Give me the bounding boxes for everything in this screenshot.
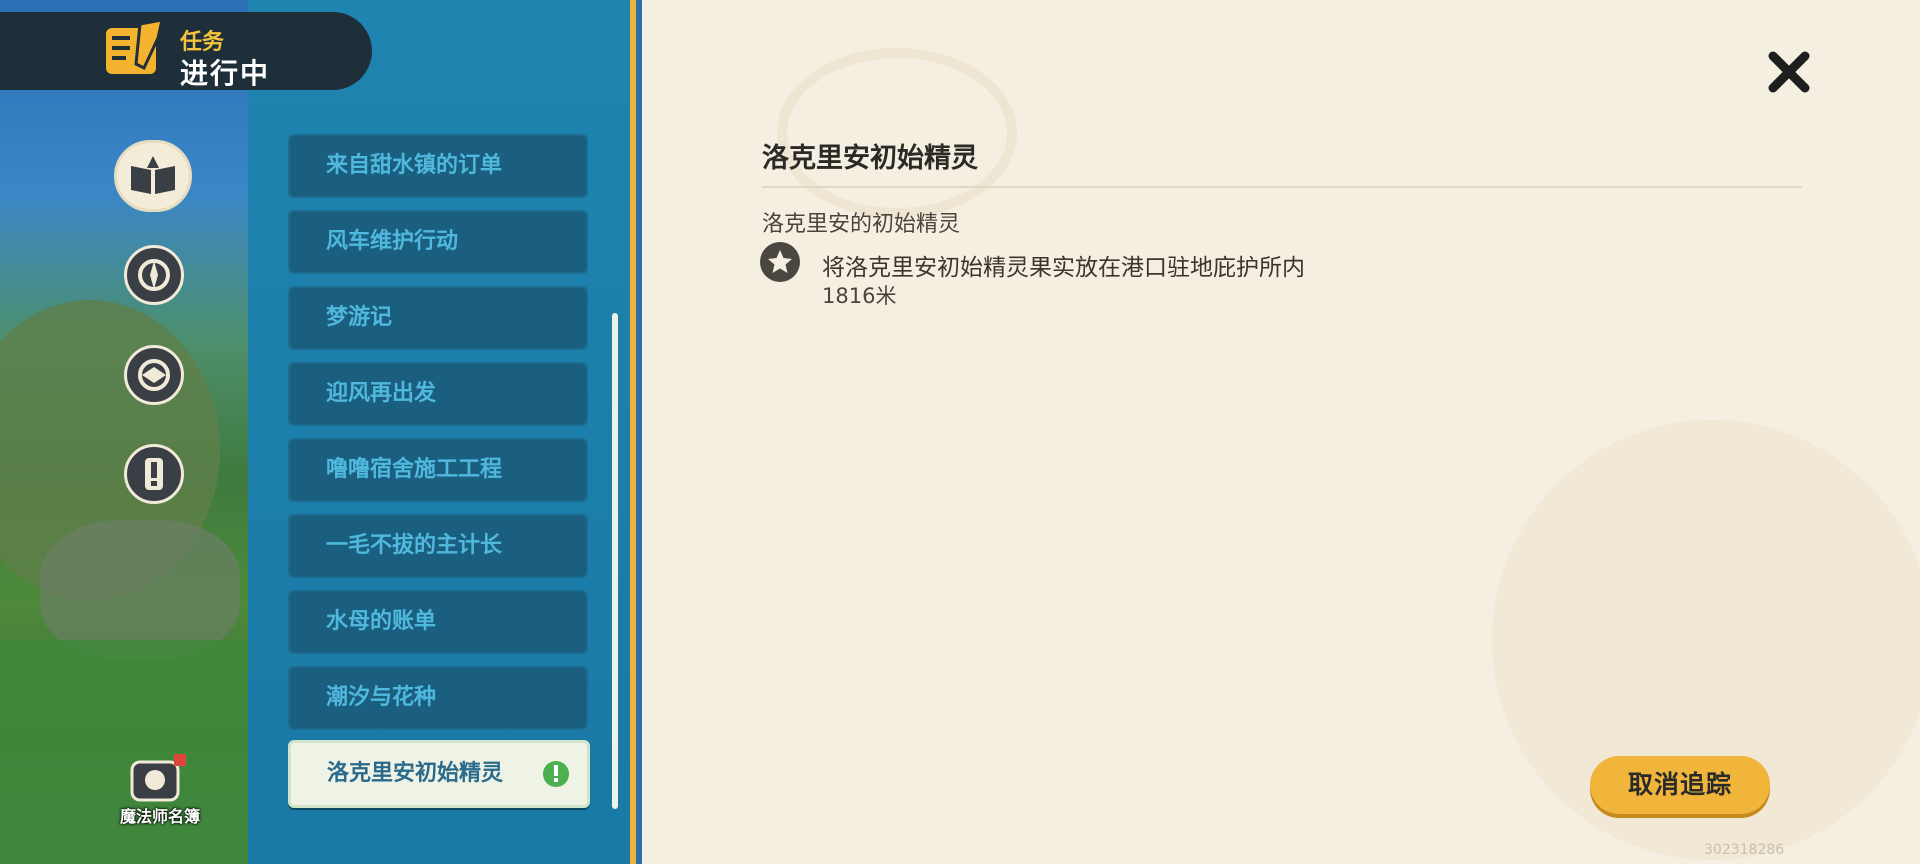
exclamation-icon (543, 761, 569, 787)
quest-title: 洛克里安初始精灵 (762, 143, 978, 174)
open-book-icon (131, 156, 175, 194)
close-icon[interactable] (1767, 50, 1811, 94)
quest-item[interactable]: 噜噜宿舍施工工程 (288, 438, 588, 502)
divider (762, 186, 1802, 188)
quest-list-scrollbar[interactable] (612, 313, 618, 809)
mage-book-label: 魔法师名簿 (119, 807, 200, 826)
quest-item[interactable]: 风车维护行动 (288, 210, 588, 274)
quest-item-label: 噜噜宿舍施工工程 (326, 457, 503, 482)
quest-item[interactable]: 一毛不拔的主计长 (288, 514, 588, 578)
objective-text: 将洛克里安初始精灵果实放在港口驻地庇护所内 (822, 255, 1305, 281)
panel-edge (630, 0, 636, 864)
quest-item[interactable]: 潮汐与花种 (288, 666, 588, 730)
compass-badge-icon (138, 259, 170, 291)
quest-item[interactable]: 水母的账单 (288, 590, 588, 654)
objective-distance: 1816米 (822, 284, 897, 308)
category-side-b-tab[interactable] (124, 345, 184, 405)
quest-item-label: 梦游记 (326, 305, 393, 330)
quest-header-banner: 任务 进行中 (0, 12, 372, 90)
category-story-tab[interactable] (114, 140, 192, 212)
quest-item-label: 水母的账单 (326, 609, 437, 634)
objective-star-icon (760, 242, 800, 282)
quest-detail-panel: 洛克里安初始精灵 洛克里安的初始精灵 将洛克里安初始精灵果实放在港口驻地庇护所内… (642, 0, 1920, 864)
quest-item[interactable]: 迎风再出发 (288, 362, 588, 426)
quest-subtitle: 洛克里安的初始精灵 (762, 212, 961, 237)
shield-badge-icon (138, 359, 170, 391)
user-id: 302318286 (1704, 842, 1785, 858)
quest-scroll-icon (106, 18, 164, 74)
quest-item[interactable]: 梦游记 (288, 286, 588, 350)
decorative-stamp (777, 48, 1017, 218)
quest-item[interactable]: 来自甜水镇的订单 (288, 134, 588, 198)
quest-item-label: 潮汐与花种 (326, 685, 437, 710)
quest-item-label: 来自甜水镇的订单 (326, 153, 503, 178)
game-background (0, 0, 250, 864)
quest-list-panel: 来自甜水镇的订单 风车维护行动 梦游记 迎风再出发 噜噜宿舍施工工程 一毛不拔的… (248, 0, 636, 864)
category-alert-tab[interactable] (124, 444, 184, 504)
quest-item-label: 一毛不拔的主计长 (326, 533, 503, 558)
cancel-tracking-button[interactable]: 取消追踪 (1590, 756, 1770, 814)
background-rock (40, 520, 240, 660)
header-status: 进行中 (180, 57, 271, 90)
quest-item-label: 迎风再出发 (326, 381, 437, 406)
category-side-a-tab[interactable] (124, 245, 184, 305)
quest-item-selected[interactable]: 洛克里安初始精灵 (288, 740, 590, 808)
exclamation-icon (145, 458, 163, 490)
quest-item-label: 洛克里安初始精灵 (327, 761, 504, 786)
quest-item-label: 风车维护行动 (326, 229, 459, 254)
